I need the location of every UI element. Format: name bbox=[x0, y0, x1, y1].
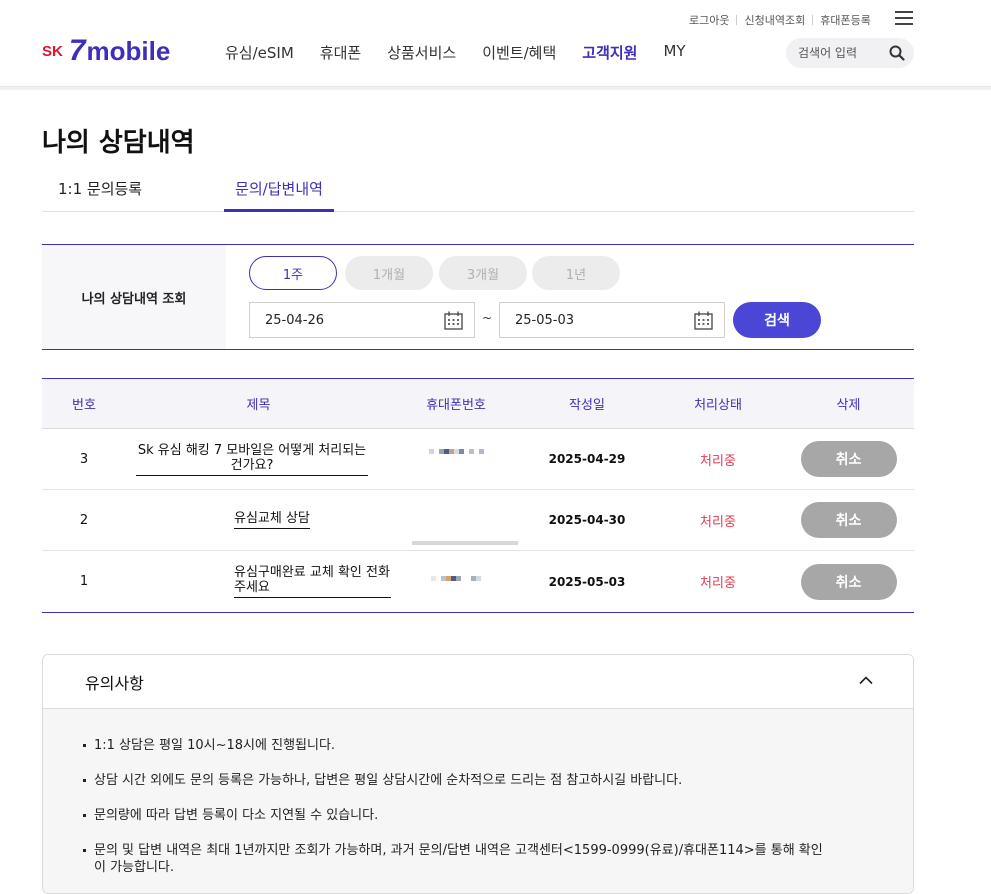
col-status: 처리상태 bbox=[694, 398, 742, 413]
application-history-link[interactable]: 신청내역조회 bbox=[744, 12, 805, 28]
period-1week[interactable]: 1주 bbox=[249, 256, 337, 290]
logo-seven: 7 bbox=[68, 34, 86, 67]
logo-sk: SK bbox=[42, 42, 63, 60]
period-1month[interactable]: 1개월 bbox=[345, 256, 433, 290]
col-date: 작성일 bbox=[569, 398, 605, 413]
divider bbox=[736, 15, 738, 25]
notice-item: 문의량에 따라 답변 등록이 다소 지연될 수 있습니다. bbox=[83, 807, 823, 824]
nav-my[interactable]: MY bbox=[663, 42, 685, 63]
notice-item: 1:1 상담은 평일 10시~18시에 진행됩니다. bbox=[83, 737, 823, 754]
divider bbox=[812, 15, 814, 25]
search-button[interactable]: 검색 bbox=[733, 302, 821, 338]
period-3months[interactable]: 3개월 bbox=[439, 256, 527, 290]
row-date: 2025-05-03 bbox=[548, 574, 626, 589]
notice-item: 문의 및 답변 내역은 최대 1년까지만 조회가 가능하며, 과거 문의/답변 … bbox=[83, 842, 823, 876]
col-phone: 휴대폰번호 bbox=[426, 398, 486, 413]
row-phone-masked bbox=[391, 429, 521, 489]
table-row: 1 유심구매완료 교체 확인 전화 주세요 2025-05-03 처리중 취소 bbox=[42, 551, 914, 612]
row-date: 2025-04-30 bbox=[548, 513, 626, 527]
search-icon[interactable] bbox=[889, 45, 905, 61]
row-date: 2025-04-29 bbox=[548, 452, 626, 466]
calendar-icon[interactable] bbox=[444, 311, 463, 330]
notice-header[interactable]: 유의사항 bbox=[43, 655, 913, 709]
chevron-up-icon[interactable] bbox=[859, 675, 873, 685]
period-1year[interactable]: 1년 bbox=[532, 256, 620, 290]
row-title-cell: 유심구매완료 교체 확인 전화 주세요 bbox=[126, 551, 391, 612]
tab-inquiry-history[interactable]: 문의/답변내역 bbox=[224, 178, 334, 212]
notice-title: 유의사항 bbox=[85, 673, 144, 693]
search-box bbox=[786, 38, 914, 68]
row-title-cell: Sk 유심 해킹 7 모바일은 어떻게 처리되는건가요? bbox=[126, 429, 391, 489]
table-row: 3 Sk 유심 해킹 7 모바일은 어떻게 처리되는건가요? 2025-04-2… bbox=[42, 429, 914, 490]
utility-links: 로그아웃 신청내역조회 휴대폰등록 bbox=[689, 12, 871, 28]
main-nav: 유심/eSIM 휴대폰 상품서비스 이벤트/혜택 고객지원 MY bbox=[225, 42, 712, 63]
header-divider bbox=[0, 86, 991, 90]
nav-support[interactable]: 고객지원 bbox=[582, 42, 637, 63]
phone-mask-bar bbox=[412, 541, 518, 545]
notice-body: 1:1 상담은 평일 10시~18시에 진행됩니다. 상담 시간 외에도 문의 … bbox=[43, 709, 913, 893]
table-header: 번호 제목 휴대폰번호 작성일 처리상태 삭제 bbox=[42, 379, 914, 429]
tab-bar: 1:1 문의등록 문의/답변내역 bbox=[42, 178, 914, 212]
row-number: 1 bbox=[79, 574, 89, 589]
phone-mask-overlay bbox=[412, 490, 518, 548]
row-number: 3 bbox=[79, 451, 89, 467]
tab-inquiry-register[interactable]: 1:1 문의등록 bbox=[58, 178, 142, 212]
nav-phone[interactable]: 휴대폰 bbox=[320, 42, 361, 63]
calendar-icon[interactable] bbox=[694, 311, 713, 330]
logo-mobile: mobile bbox=[86, 36, 171, 66]
col-delete: 삭제 bbox=[836, 398, 861, 413]
row-status: 처리중 bbox=[700, 453, 736, 469]
nav-events[interactable]: 이벤트/혜택 bbox=[482, 42, 556, 63]
cancel-button[interactable]: 취소 bbox=[800, 502, 897, 538]
notice-panel: 유의사항 1:1 상담은 평일 10시~18시에 진행됩니다. 상담 시간 외에… bbox=[42, 654, 914, 894]
col-title: 제목 bbox=[246, 398, 271, 413]
start-date-field[interactable]: 25-04-26 bbox=[249, 302, 475, 338]
history-filter: 나의 상담내역 조회 1주 1개월 3개월 1년 25-04-26 ~ 25-0… bbox=[42, 244, 914, 350]
row-status: 처리중 bbox=[700, 576, 736, 591]
row-phone-masked bbox=[391, 551, 521, 612]
row-title-cell: 유심교체 상담 bbox=[126, 490, 391, 550]
filter-label: 나의 상담내역 조회 bbox=[42, 245, 226, 349]
brand-logo[interactable]: SK 7 mobile bbox=[42, 36, 170, 66]
cancel-button[interactable]: 취소 bbox=[800, 441, 897, 477]
phone-register-link[interactable]: 휴대폰등록 bbox=[820, 12, 871, 28]
row-title-link[interactable]: 유심교체 상담 bbox=[234, 511, 310, 529]
row-title-link[interactable]: Sk 유심 해킹 7 모바일은 어떻게 처리되는건가요? bbox=[136, 443, 368, 476]
row-status: 처리중 bbox=[700, 514, 736, 530]
logout-link[interactable]: 로그아웃 bbox=[689, 12, 729, 28]
end-date-value: 25-05-03 bbox=[515, 312, 575, 328]
end-date-field[interactable]: 25-05-03 bbox=[499, 302, 725, 338]
row-title-link[interactable]: 유심구매완료 교체 확인 전화 주세요 bbox=[234, 565, 391, 598]
hamburger-menu-icon[interactable] bbox=[895, 11, 913, 25]
col-number: 번호 bbox=[72, 398, 96, 413]
nav-products[interactable]: 상품서비스 bbox=[387, 42, 456, 63]
row-number: 2 bbox=[79, 512, 89, 528]
search-input[interactable] bbox=[798, 46, 886, 60]
masked-phone-pixels bbox=[428, 448, 484, 454]
nav-usim[interactable]: 유심/eSIM bbox=[225, 42, 294, 63]
cancel-button[interactable]: 취소 bbox=[800, 563, 897, 600]
page-title: 나의 상담내역 bbox=[42, 128, 195, 158]
masked-phone-pixels bbox=[431, 576, 481, 581]
notice-item: 상담 시간 외에도 문의 등록은 가능하나, 답변은 평일 상담시간에 순차적으… bbox=[83, 772, 823, 789]
start-date-value: 25-04-26 bbox=[265, 312, 325, 328]
date-range-separator: ~ bbox=[482, 311, 493, 325]
